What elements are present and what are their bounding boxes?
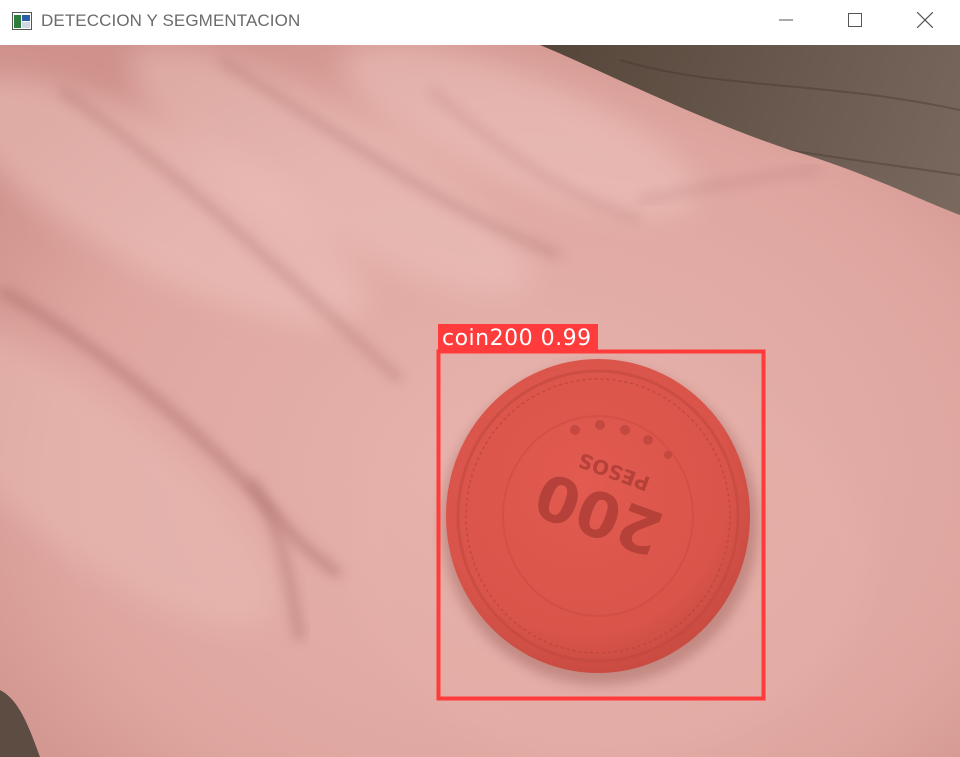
coin-segmentation-mask: 200 PESOS: [446, 359, 750, 673]
close-icon: [916, 11, 934, 33]
app-window: DETECCION Y SEGMENTACION 200 PESOS coin2…: [0, 0, 960, 757]
minimize-icon: [779, 13, 793, 32]
detection-label: coin200 0.99: [438, 324, 598, 353]
app-window-icon: [12, 12, 32, 30]
camera-frame: 200 PESOS: [0, 45, 960, 757]
maximize-button[interactable]: [820, 0, 890, 45]
minimize-button[interactable]: [751, 0, 821, 45]
maximize-icon: [848, 13, 862, 32]
close-button[interactable]: [890, 0, 960, 45]
title-bar[interactable]: DETECCION Y SEGMENTACION: [0, 0, 960, 45]
window-title: DETECCION Y SEGMENTACION: [41, 11, 301, 30]
image-viewport: 200 PESOS coin200 0.99: [0, 45, 960, 757]
